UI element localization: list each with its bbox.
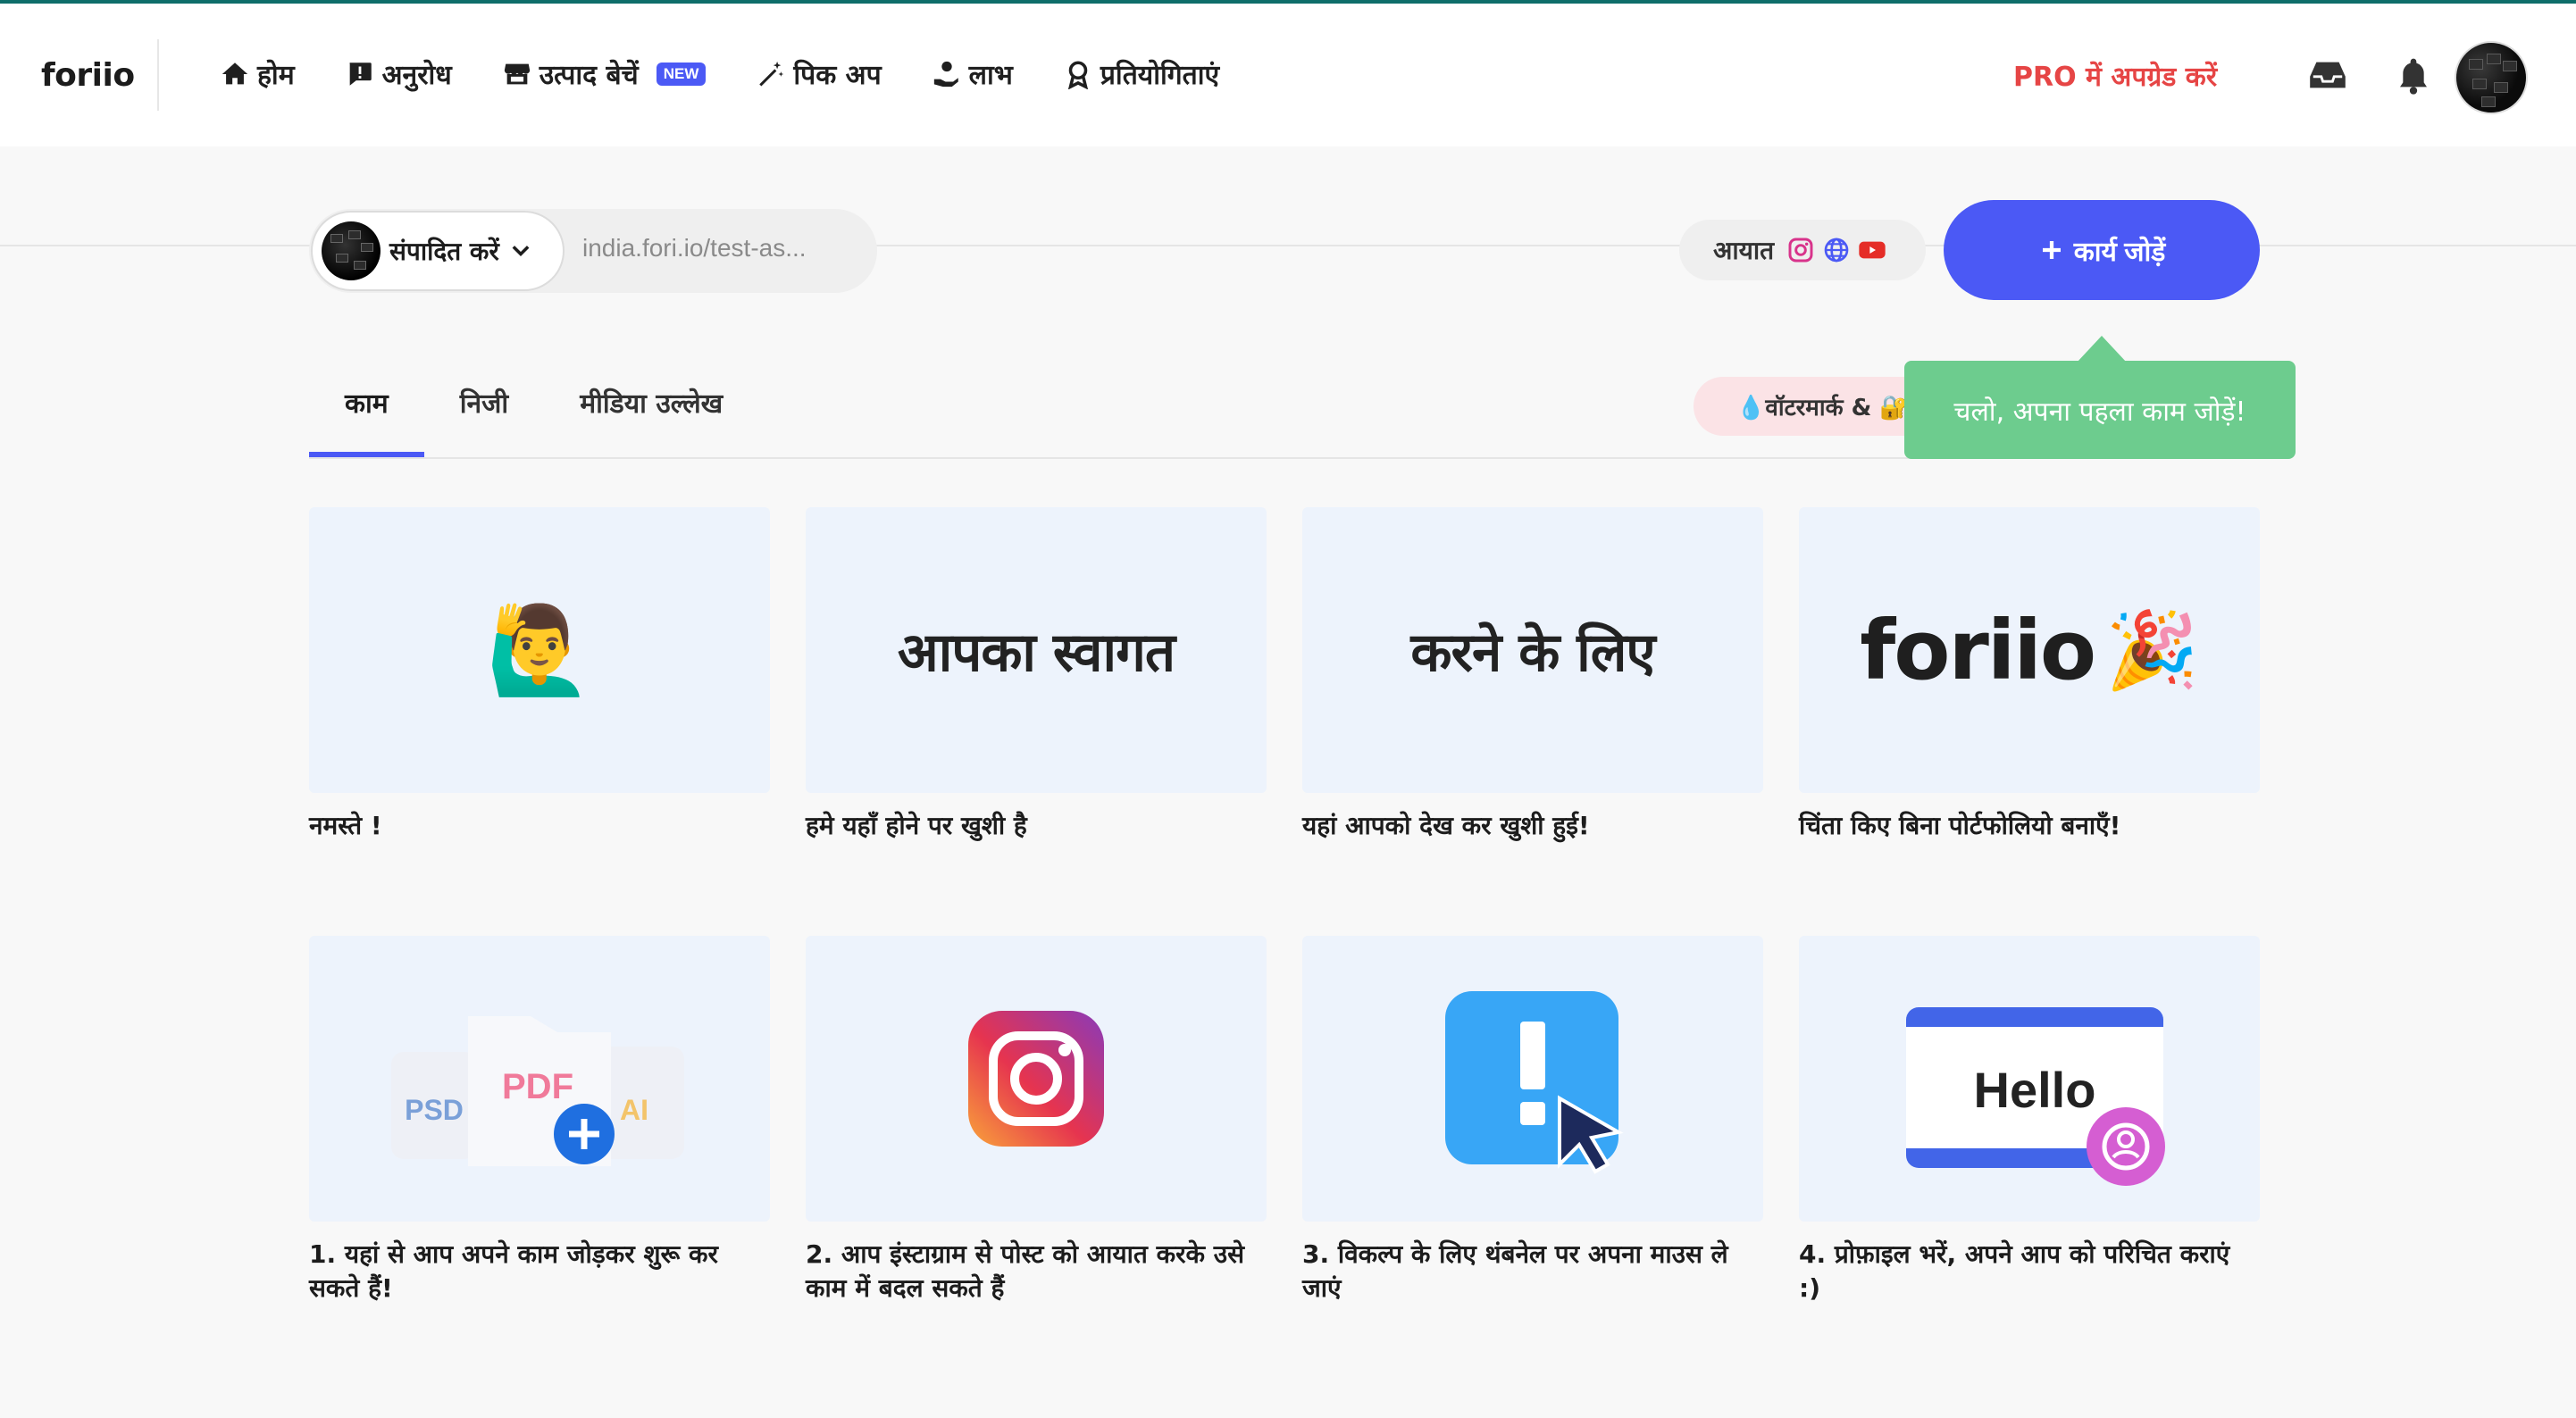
import-button[interactable]: आयात	[1679, 220, 1926, 280]
work-thumbnail[interactable]	[1302, 936, 1763, 1222]
chevron-down-icon	[512, 246, 530, 256]
work-caption: 2. आप इंस्टाग्राम से पोस्ट को आयात करके …	[806, 1239, 1245, 1303]
nav-item-label: अनुरोध	[381, 60, 452, 91]
nav-item-sell-products[interactable]: उत्पाद बेचें NEW	[502, 55, 707, 92]
profile-url[interactable]: india.fori.io/test-as...	[582, 234, 807, 263]
home-icon	[222, 62, 248, 84]
work-card[interactable]: 2. आप इंस्टाग्राम से पोस्ट को आयात करके …	[806, 936, 1267, 1305]
tab-work[interactable]: काम	[309, 375, 424, 457]
thumbnail-title: आपका स्वागत	[897, 621, 1175, 684]
thumbnail-title: करने के लिए	[1410, 621, 1655, 684]
waving-person-emoji: 🙋‍♂️	[486, 599, 593, 700]
work-thumbnail[interactable]: 🙋‍♂️	[309, 507, 770, 793]
portfolio-tabs: काम निजी मीडिया उल्लेख	[309, 375, 758, 457]
user-avatar[interactable]	[2455, 41, 2528, 114]
work-caption: नमस्ते !	[309, 811, 382, 840]
work-thumbnail[interactable]: करने के लिए	[1302, 507, 1763, 793]
tooltip-text: चलो, अपना पहला काम जोड़ें!	[1953, 396, 2246, 428]
party-popper-emoji: 🎉	[2105, 605, 2199, 694]
foriio-logo[interactable]: foriio	[41, 57, 135, 94]
work-caption: 4. प्रोफ़ाइल भरें, अपने आप को परिचित करा…	[1799, 1239, 2230, 1303]
work-thumbnail[interactable]	[806, 936, 1267, 1222]
main-nav: होम अनुरोध उत्पाद बेचें NEW पिक अप लाभ प…	[220, 55, 1219, 92]
nav-item-home[interactable]: होम	[220, 55, 295, 92]
ai-label: AI	[620, 1094, 648, 1126]
work-thumbnail[interactable]: foriio 🎉	[1799, 507, 2260, 793]
work-caption: 1. यहां से आप अपने काम जोड़कर शुरू कर सक…	[309, 1239, 718, 1303]
work-thumbnail[interactable]: आपका स्वागत	[806, 507, 1267, 793]
pdf-label: PDF	[502, 1067, 573, 1106]
hello-badge-illustration: Hello	[1906, 1007, 2165, 1186]
watermark-label: 💧वॉटरमार्क & 🔐	[1736, 395, 1909, 421]
work-card[interactable]: 3. विकल्प के लिए थंबनेल पर अपना माउस ले …	[1302, 936, 1763, 1305]
work-caption: हमे यहाँ होने पर खुशी है	[806, 811, 1027, 840]
tab-media-mentions[interactable]: मीडिया उल्लेख	[544, 375, 758, 457]
import-label: आयात	[1713, 236, 1775, 265]
nav-item-benefits[interactable]: लाभ	[932, 55, 1013, 92]
magic-wand-icon	[759, 61, 784, 86]
nav-item-requests[interactable]: अनुरोध	[345, 55, 452, 92]
nav-item-label: होम	[257, 60, 295, 91]
bell-icon[interactable]	[2396, 55, 2431, 95]
nav-item-label: पिक अप	[793, 60, 882, 91]
foriio-wordmark: foriio	[1860, 602, 2096, 698]
edit-profile-label: संपादित करें	[389, 237, 499, 266]
exclamation-cursor-icon	[1445, 991, 1624, 1174]
work-caption: 3. विकल्प के लिए थंबनेल पर अपना माउस ले …	[1302, 1239, 1728, 1303]
nav-item-label: प्रतियोगिताएं	[1100, 60, 1220, 91]
top-navbar: foriio होम अनुरोध उत्पाद बेचें NEW पिक अ…	[0, 4, 2576, 146]
profile-url-pill: संपादित करें india.fori.io/test-as...	[309, 209, 877, 293]
add-work-button[interactable]: कार्य जोड़ें	[1944, 200, 2260, 300]
inbox-icon[interactable]	[2308, 59, 2347, 91]
add-work-tooltip: चलो, अपना पहला काम जोड़ें!	[1904, 361, 2296, 459]
nav-divider	[157, 39, 159, 111]
instagram-icon	[1788, 238, 1813, 263]
work-card[interactable]: PSD PDF AI 1. यहां से आप अपने काम जोड़कर…	[309, 936, 770, 1305]
nav-item-label: लाभ	[968, 60, 1013, 91]
award-icon	[1067, 60, 1088, 89]
add-work-label: कार्य जोड़ें	[2073, 237, 2166, 267]
nav-item-pick-up[interactable]: पिक अप	[756, 55, 882, 92]
work-card[interactable]: करने के लिए यहां आपको देख कर खुशी हुई!	[1302, 507, 1763, 843]
nav-item-label: उत्पाद बेचें	[539, 60, 639, 91]
work-caption: यहां आपको देख कर खुशी हुई!	[1302, 811, 1590, 840]
file-types-illustration: PSD PDF AI	[391, 1016, 684, 1166]
plus-icon	[2042, 241, 2061, 259]
nav-item-contests[interactable]: प्रतियोगिताएं	[1063, 55, 1219, 92]
work-card[interactable]: आपका स्वागत हमे यहाँ होने पर खुशी है	[806, 507, 1267, 843]
upgrade-pro-link[interactable]: PRO में अपग्रेड करें	[2013, 57, 2217, 94]
hello-text: Hello	[1974, 1062, 2096, 1118]
work-thumbnail[interactable]: PSD PDF AI	[309, 936, 770, 1222]
work-card[interactable]: Hello 4. प्रोफ़ाइल भरें, अपने आप को परिच…	[1799, 936, 2260, 1305]
profile-avatar	[322, 221, 381, 280]
work-caption: चिंता किए बिना पोर्टफोलियो बनाएँ!	[1799, 811, 2121, 840]
youtube-icon	[1859, 241, 1886, 259]
work-thumbnail[interactable]: Hello	[1799, 936, 2260, 1222]
instagram-logo-icon	[968, 1011, 1104, 1147]
request-icon	[349, 62, 372, 86]
new-badge: NEW	[656, 62, 707, 86]
tab-private[interactable]: निजी	[424, 375, 544, 457]
globe-icon	[1824, 238, 1849, 263]
tooltip-arrow	[2077, 336, 2127, 363]
benefit-hand-icon	[933, 61, 958, 87]
work-card[interactable]: 🙋‍♂️ नमस्ते !	[309, 507, 770, 843]
edit-profile-button[interactable]: संपादित करें	[311, 211, 565, 291]
store-icon	[504, 63, 530, 84]
psd-label: PSD	[405, 1094, 464, 1126]
work-card[interactable]: foriio 🎉 चिंता किए बिना पोर्टफोलियो बनाए…	[1799, 507, 2260, 843]
